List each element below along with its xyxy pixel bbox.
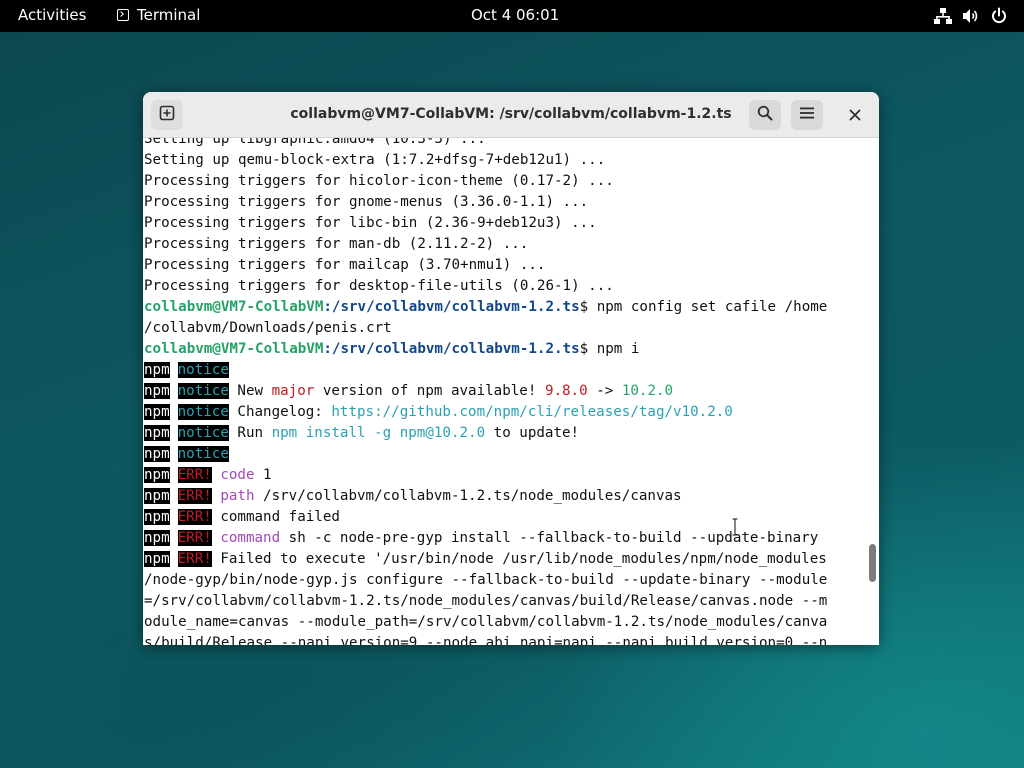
error-wrap-line: odule_name=canvas --module_path=/srv/col… [144,614,828,630]
npm-tag: npm [144,383,170,399]
error-value: Failed to execute '/usr/bin/node /usr/li… [220,551,827,567]
old-version: 9.8.0 [544,383,588,399]
npm-error-line: npm ERR! path /srv/collabvm/collabvm-1.2.… [144,486,827,507]
npm-notice-line: npm notice [144,360,827,381]
text-cursor-icon [732,518,738,536]
npm-tag: npm [144,446,170,462]
notice-tag: notice [177,362,229,378]
npm-error-line: npm ERR! code 1 [144,465,827,486]
notice-tag: notice [177,383,229,399]
system-status-area[interactable] [934,7,1008,25]
notice-text: to update! [485,425,580,441]
search-icon [757,105,773,125]
hamburger-menu-icon [799,105,815,125]
top-bar: Activities Terminal Oct 4 06:01 [0,0,1024,32]
npm-tag: npm [144,362,170,378]
version-arrow: -> [587,383,622,399]
notice-tag: notice [177,404,229,420]
npm-notice-line: npm notice Changelog: https://github.com/… [144,402,827,423]
npm-error-line: npm ERR! Failed to execute '/usr/bin/node… [144,549,827,570]
terminal-output[interactable]: Setting up libgraphic.amd64 (10.3-3) ...… [143,138,866,645]
update-command: npm install -g npm@10.2.0 [271,425,486,441]
error-tag: ERR! [177,551,212,567]
error-key: command [220,530,281,546]
error-tag: ERR! [177,488,212,504]
error-key: code [220,467,255,483]
npm-tag: npm [144,467,170,483]
terminal-line: Processing triggers for mailcap (3.70+nm… [144,257,546,273]
npm-tag: npm [144,425,170,441]
notice-major: major [271,383,315,399]
notice-text: Run [237,425,272,441]
notice-tag: notice [177,446,229,462]
notice-tag: notice [177,425,229,441]
error-tag: ERR! [177,530,212,546]
prompt-symbol: $ [579,341,597,357]
terminal-line: Processing triggers for libc-bin (2.36-9… [144,215,597,231]
close-button[interactable] [839,100,871,130]
notice-text: New [237,383,272,399]
command-text: npm config set cafile /home [596,299,828,315]
command-text: npm i [596,341,640,357]
terminal-icon [117,9,129,21]
npm-tag: npm [144,488,170,504]
app-menu-label: Terminal [137,6,201,24]
main-menu-button[interactable] [791,100,823,130]
volume-icon[interactable] [962,7,980,25]
error-wrap-line: =/srv/collabvm/collabvm-1.2.ts/node_modu… [144,593,828,609]
npm-error-line: npm ERR! command sh -c node-pre-gyp insta… [144,528,827,549]
prompt-line: collabvm@VM7-CollabVM:/srv/collabvm/coll… [144,339,827,360]
notice-text: version of npm available! [314,383,545,399]
terminal-line: Setting up qemu-block-extra (1:7.2+dfsg-… [144,152,606,168]
error-tag: ERR! [177,467,212,483]
network-icon[interactable] [934,7,952,25]
command-wrap-line: /collabvm/Downloads/penis.crt [144,320,392,336]
terminal-line: Setting up libgraphic.amd64 (10.3-3) ... [144,138,486,147]
terminal-scrollbar[interactable] [866,138,879,645]
app-menu-terminal[interactable]: Terminal [117,6,200,24]
terminal-line: Processing triggers for desktop-file-uti… [144,278,614,294]
prompt-path: :/srv/collabvm/collabvm-1.2.ts [323,341,580,357]
terminal-line: Processing triggers for gnome-menus (3.3… [144,194,589,210]
terminal-line: Processing triggers for hicolor-icon-the… [144,173,614,189]
prompt-path: :/srv/collabvm/collabvm-1.2.ts [323,299,580,315]
npm-tag: npm [144,530,170,546]
error-wrap-line: /node-gyp/bin/node-gyp.js configure --fa… [144,572,828,588]
npm-error-line: npm ERR! command failed [144,507,827,528]
terminal-line: Processing triggers for man-db (2.11.2-2… [144,236,529,252]
error-wrap-line: s/build/Release --napi_version=9 --node_… [144,635,828,645]
npm-tag: npm [144,509,170,525]
error-value: /srv/collabvm/collabvm-1.2.ts/node_modul… [254,488,682,504]
changelog-link[interactable]: https://github.com/npm/cli/releases/tag/… [331,404,732,420]
terminal-scrollback: Setting up libgraphic.amd64 (10.3-3) ...… [144,138,827,645]
prompt-line: collabvm@VM7-CollabVM:/srv/collabvm/coll… [144,297,827,318]
error-value: 1 [254,467,272,483]
search-button[interactable] [749,100,781,130]
terminal-window[interactable]: collabvm@VM7-CollabVM: /srv/collabvm/col… [143,92,879,645]
npm-tag: npm [144,551,170,567]
error-tag: ERR! [177,509,212,525]
new-version: 10.2.0 [621,383,674,399]
window-titlebar[interactable]: collabvm@VM7-CollabVM: /srv/collabvm/col… [143,92,879,138]
error-value: command failed [220,509,340,525]
prompt-symbol: $ [579,299,597,315]
notice-text: Changelog: [237,404,332,420]
error-key: path [220,488,255,504]
close-icon [849,106,861,125]
scrollbar-thumb[interactable] [869,544,876,582]
npm-notice-line: npm notice [144,444,827,465]
activities-button[interactable]: Activities [18,6,86,24]
npm-notice-line: npm notice Run npm install -g npm@10.2.0 … [144,423,827,444]
npm-notice-line: npm notice New major version of npm avail… [144,381,827,402]
power-icon[interactable] [990,7,1008,25]
prompt-user: collabvm@VM7-CollabVM [144,341,324,357]
clock[interactable]: Oct 4 06:01 [471,6,559,24]
npm-tag: npm [144,404,170,420]
prompt-user: collabvm@VM7-CollabVM [144,299,324,315]
